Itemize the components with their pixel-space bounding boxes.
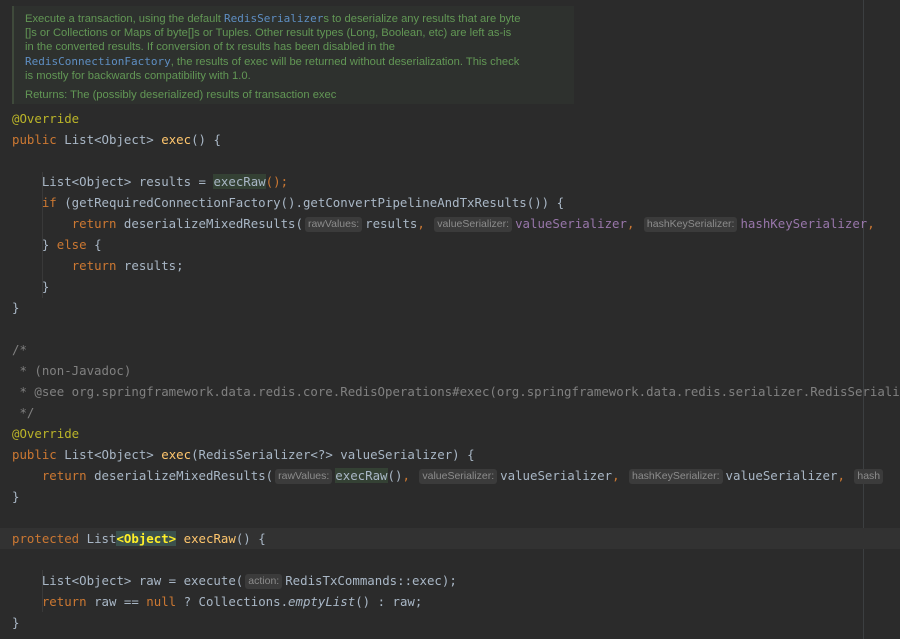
javadoc-line: in the converted results. If conversion … xyxy=(25,41,396,53)
method-name: exec xyxy=(161,132,192,147)
code-editor[interactable]: Execute a transaction, using the default… xyxy=(0,0,900,639)
comment-line[interactable]: * @see org.springframework.data.redis.co… xyxy=(12,381,900,402)
code-text: raw = execute( xyxy=(131,573,244,588)
parameter-hint: valueSerializer: xyxy=(419,469,498,484)
code-text: ? Collections. xyxy=(176,594,289,609)
code-line[interactable]: return raw == null ? Collections.emptyLi… xyxy=(12,591,422,612)
method-call: execRaw xyxy=(335,468,388,483)
code-line[interactable]: @Override xyxy=(12,423,79,444)
punctuation: , xyxy=(612,468,627,483)
parameter-hint: action: xyxy=(245,574,283,589)
keyword: return xyxy=(71,216,117,231)
argument: valueSerializer xyxy=(500,468,613,483)
punctuation: (); xyxy=(265,174,289,189)
comment-line[interactable]: /* xyxy=(12,339,27,360)
punctuation: } xyxy=(12,489,20,504)
punctuation: } xyxy=(12,615,20,630)
punctuation: , xyxy=(402,468,418,483)
punctuation: () { xyxy=(235,531,266,546)
keyword: return xyxy=(41,594,87,609)
code-line[interactable]: return deserializeMixedResults(rawValues… xyxy=(12,465,886,486)
method-call: deserializeMixedResults( xyxy=(94,468,274,483)
method-call: execRaw xyxy=(213,174,266,189)
field-reference: hashKeySerializer xyxy=(740,216,868,231)
parameter-hint: hashKeySerializer: xyxy=(643,217,738,232)
matched-bracket-highlight: <Object> xyxy=(116,531,177,546)
code-line[interactable]: return deserializeMixedResults(rawValues… xyxy=(12,213,882,234)
javadoc-text: Execute a transaction, using the default xyxy=(25,13,225,25)
code-text: results = xyxy=(131,174,214,189)
code-text: () : raw; xyxy=(355,594,423,609)
keyword: if xyxy=(41,195,57,210)
javadoc-text: s to deserialize any results that are by… xyxy=(323,13,521,25)
parameter-hint: valueSerializer: xyxy=(434,217,513,232)
annotation: @Override xyxy=(12,111,80,126)
keyword: return xyxy=(41,468,87,483)
punctuation: , xyxy=(626,216,642,231)
parameter-hint: hashKeySerializer: xyxy=(628,469,723,484)
type: List<Object> xyxy=(64,447,154,462)
annotation: @Override xyxy=(12,426,80,441)
javadoc-line: Execute a transaction, using the default… xyxy=(25,12,521,26)
javadoc-line: is mostly for backwards compatibility wi… xyxy=(25,70,251,82)
type: List<Object> xyxy=(41,573,132,588)
comment-line[interactable]: * (non-Javadoc) xyxy=(12,360,131,381)
code-line[interactable]: public List<Object> exec(RedisSerializer… xyxy=(12,444,475,465)
punctuation: , xyxy=(837,468,853,483)
code-line[interactable]: } xyxy=(12,276,49,297)
argument: valueSerializer xyxy=(725,468,838,483)
keyword: public xyxy=(12,132,57,147)
keyword: public xyxy=(12,447,57,462)
code-text: (getRequiredConnectionFactory().getConve… xyxy=(56,195,565,210)
punctuation: , xyxy=(867,216,883,231)
type: List<Object> xyxy=(41,174,132,189)
parameter-hint: rawValues: xyxy=(304,217,363,232)
javadoc-text: , the results of exec will be returned w… xyxy=(170,56,520,68)
keyword: return xyxy=(71,258,117,273)
code-text: raw == xyxy=(86,594,147,609)
javadoc-line: RedisConnectionFactory, the results of e… xyxy=(25,55,519,69)
punctuation: } xyxy=(41,279,50,294)
field-reference: valueSerializer xyxy=(515,216,627,231)
method-call: deserializeMixedResults( xyxy=(123,216,303,231)
code-text: results; xyxy=(116,258,184,273)
javadoc-returns: Returns: The (possibly deserialized) res… xyxy=(25,89,337,101)
keyword: null xyxy=(146,594,177,609)
punctuation: } xyxy=(41,237,57,252)
punctuation: , xyxy=(417,216,433,231)
method-call: emptyList xyxy=(288,594,356,609)
code-text: (RedisSerializer<?> valueSerializer) { xyxy=(191,447,475,462)
code-line-current[interactable]: protected List<Object> execRaw() { xyxy=(12,528,266,549)
code-line[interactable]: List<Object> results = execRaw(); xyxy=(12,171,288,192)
parameter-hint: hash xyxy=(854,469,884,484)
code-line[interactable]: if (getRequiredConnectionFactory().getCo… xyxy=(12,192,564,213)
punctuation: () xyxy=(387,468,403,483)
code-line[interactable]: } xyxy=(12,486,19,507)
punctuation: { xyxy=(86,237,102,252)
method-name: exec xyxy=(161,447,192,462)
punctuation: } xyxy=(12,300,20,315)
code-line[interactable]: } xyxy=(12,612,19,633)
argument: results xyxy=(365,216,418,231)
comment-line[interactable]: */ xyxy=(12,402,34,423)
code-line[interactable]: public List<Object> exec() { xyxy=(12,129,221,150)
type: List xyxy=(86,531,117,546)
code-text: RedisTxCommands::exec); xyxy=(285,573,457,588)
javadoc-link-redis-connection-factory[interactable]: RedisConnectionFactory xyxy=(25,55,171,68)
punctuation: () { xyxy=(191,132,221,147)
code-line[interactable]: return results; xyxy=(12,255,184,276)
code-line[interactable]: } xyxy=(12,297,19,318)
method-name: execRaw xyxy=(183,531,236,546)
code-line[interactable]: List<Object> raw = execute(action: RedisT… xyxy=(12,570,457,591)
keyword: else xyxy=(56,237,87,252)
keyword: protected xyxy=(12,531,80,546)
parameter-hint: rawValues: xyxy=(275,469,333,484)
javadoc-line: []s or Collections or Maps of byte[]s or… xyxy=(25,27,512,39)
code-line[interactable]: } else { xyxy=(12,234,102,255)
code-line[interactable]: @Override xyxy=(12,108,79,129)
javadoc-link-redis-serializer[interactable]: RedisSerializer xyxy=(224,12,323,25)
type: List<Object> xyxy=(64,132,154,147)
